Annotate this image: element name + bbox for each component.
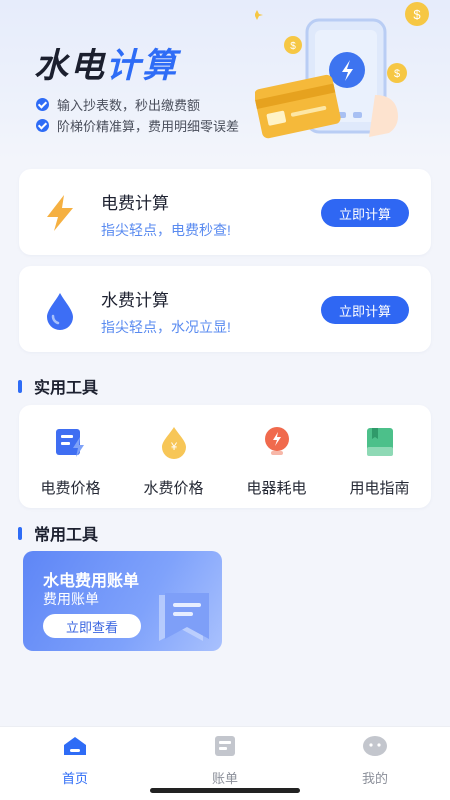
bill-document-icon: [159, 593, 209, 641]
bill-card-title: 水电费用账单: [43, 573, 140, 590]
feature-bullet: 阶梯价精准算，费用明细零误差: [36, 116, 239, 135]
tool-water-price[interactable]: ¥ 水费价格: [122, 405, 225, 508]
common-tools-heading: 常用工具: [18, 521, 98, 545]
tab-home[interactable]: 首页: [25, 735, 125, 787]
header-banner: 水电计算 输入抄表数，秒出缴费额 阶梯价精准算，费用明细零误差 $ $ $: [0, 0, 450, 160]
tab-bill[interactable]: 账单: [175, 735, 275, 787]
appliance-bulb-icon: [265, 427, 289, 455]
bill-icon: [215, 736, 235, 756]
svg-text:$: $: [413, 7, 421, 22]
practical-tools-heading: 实用工具: [18, 374, 98, 398]
water-calculate-button[interactable]: 立即计算: [321, 296, 409, 324]
guide-book-icon: [367, 428, 393, 456]
water-drop-icon: [47, 293, 73, 330]
phone-payment-illustration: $ $ $: [255, 2, 429, 139]
water-calculator-card[interactable]: 水费计算 指尖轻点，水况立显! 立即计算: [19, 266, 431, 352]
bill-card-subtitle: 费用账单: [43, 591, 99, 607]
view-now-button[interactable]: 立即查看: [43, 614, 141, 638]
check-icon: [36, 119, 49, 132]
tool-appliance-power[interactable]: 电器耗电: [225, 405, 328, 508]
svg-text:$: $: [290, 41, 296, 52]
tool-power-guide[interactable]: 用电指南: [328, 405, 431, 508]
card-title: 水费计算: [101, 291, 169, 310]
feature-bullet: 输入抄表数，秒出缴费额: [36, 95, 200, 114]
electricity-calculate-button[interactable]: 立即计算: [321, 199, 409, 227]
app-title: 水电计算: [34, 47, 178, 85]
electricity-calculator-card[interactable]: 电费计算 指尖轻点，电费秒查! 立即计算: [19, 169, 431, 255]
card-subtitle: 指尖轻点，电费秒查!: [101, 222, 231, 238]
electricity-price-icon: [56, 429, 84, 457]
card-title: 电费计算: [101, 194, 169, 213]
check-icon: [36, 98, 49, 111]
lightning-icon: [47, 195, 73, 231]
svg-text:$: $: [394, 68, 400, 80]
tool-electricity-price[interactable]: 电费价格: [19, 405, 122, 508]
home-icon: [64, 737, 86, 755]
card-subtitle: 指尖轻点，水况立显!: [101, 319, 231, 335]
water-price-icon: ¥: [162, 427, 186, 459]
tab-profile[interactable]: 我的: [325, 735, 425, 787]
practical-tools-panel: 电费价格 ¥ 水费价格 电器耗电 用电指南: [19, 405, 431, 508]
utility-bill-card[interactable]: 水电费用账单 费用账单 立即查看: [23, 551, 222, 651]
profile-icon: [363, 736, 387, 756]
home-indicator: [150, 788, 300, 793]
svg-text:¥: ¥: [170, 441, 178, 453]
